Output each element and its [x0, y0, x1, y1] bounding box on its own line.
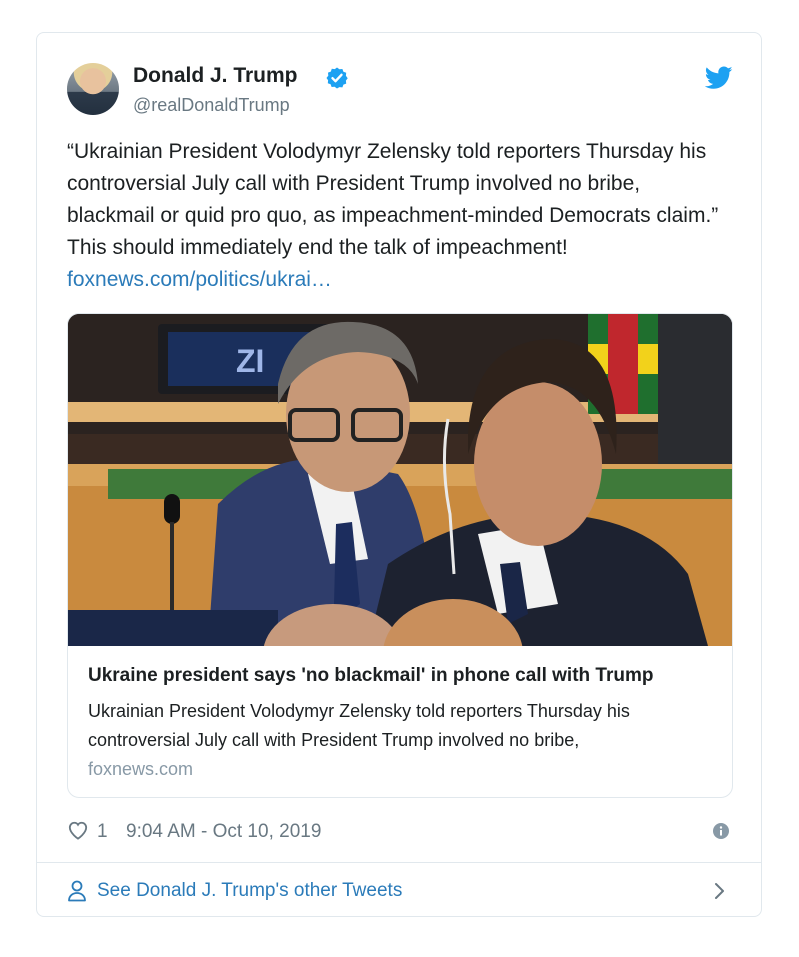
link-card-title[interactable]: Ukraine president says 'no blackmail' in… [88, 665, 653, 687]
avatar[interactable] [67, 63, 119, 115]
tweet-link[interactable]: foxnews.com/politics/ukrai… [67, 268, 332, 291]
twitter-bird-icon[interactable] [705, 66, 733, 90]
tweet-body: “Ukrainian President Volodymyr Zelensky … [67, 140, 724, 259]
verified-badge-icon [326, 67, 348, 89]
author-name[interactable]: Donald J. Trump [133, 64, 298, 88]
link-preview-card[interactable]: ZI Ukraine president says 'no blackmail'… [67, 313, 733, 798]
person-icon [68, 880, 86, 902]
tweet-embed-card: Donald J. Trump @realDonaldTrump “Ukrain… [36, 32, 762, 917]
heart-icon[interactable] [67, 820, 89, 840]
see-other-tweets-label[interactable]: See Donald J. Trump's other Tweets [97, 880, 402, 902]
chevron-right-icon[interactable] [713, 881, 727, 901]
author-handle[interactable]: @realDonaldTrump [133, 95, 290, 116]
link-card-description: Ukrainian President Volodymyr Zelensky t… [88, 701, 630, 750]
tweet-text: “Ukrainian President Volodymyr Zelensky … [67, 136, 731, 296]
like-count[interactable]: 1 [97, 821, 108, 843]
link-card-domain: foxnews.com [88, 759, 194, 779]
article-photo[interactable]: ZI [68, 314, 733, 646]
info-icon[interactable] [713, 823, 729, 839]
see-other-tweets-link[interactable]: See Donald J. Trump's other Tweets [37, 863, 761, 917]
photo-sign-text: ZI [236, 343, 264, 379]
tweet-timestamp[interactable]: 9:04 AM - Oct 10, 2019 [126, 821, 321, 843]
